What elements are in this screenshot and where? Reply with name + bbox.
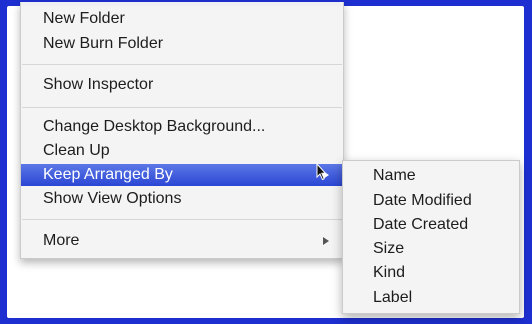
submenu-item-label-text: Label: [373, 289, 413, 306]
submenu-item-label: Date Created: [373, 216, 469, 233]
desktop-context-menu: New Folder New Burn Folder Show Inspecto…: [20, 2, 344, 259]
menu-item-keep-arranged-by[interactable]: Keep Arranged By: [21, 164, 343, 186]
submenu-item-size[interactable]: Size: [343, 238, 519, 260]
menu-item-label: New Burn Folder: [43, 35, 164, 52]
triangle-right-icon: [323, 237, 329, 245]
menu-item-new-burn-folder[interactable]: New Burn Folder: [21, 33, 343, 55]
menu-item-more[interactable]: More: [21, 230, 343, 252]
menu-item-show-inspector[interactable]: Show Inspector: [21, 74, 343, 96]
menu-item-label: Change Desktop Background...: [43, 118, 266, 135]
menu-separator: [22, 107, 342, 108]
menu-separator: [22, 64, 342, 65]
submenu-item-label: Date Modified: [373, 192, 472, 209]
menu-item-label: New Folder: [43, 10, 125, 27]
menu-item-label: More: [43, 232, 80, 249]
keep-arranged-by-submenu: Name Date Modified Date Created Size Kin…: [342, 160, 520, 314]
submenu-item-label[interactable]: Label: [343, 287, 519, 309]
menu-item-label: Keep Arranged By: [43, 166, 173, 183]
menu-item-label: Show Inspector: [43, 76, 154, 93]
submenu-item-date-created[interactable]: Date Created: [343, 214, 519, 236]
menu-item-show-view-options[interactable]: Show View Options: [21, 188, 343, 210]
menu-item-label: Clean Up: [43, 142, 110, 159]
submenu-item-label: Size: [373, 240, 405, 257]
submenu-item-date-modified[interactable]: Date Modified: [343, 190, 519, 212]
menu-item-change-desktop-background[interactable]: Change Desktop Background...: [21, 116, 343, 138]
mouse-pointer-icon: [316, 163, 326, 181]
submenu-item-label: Kind: [373, 264, 406, 281]
submenu-item-kind[interactable]: Kind: [343, 262, 519, 284]
menu-separator: [22, 219, 342, 220]
menu-item-clean-up[interactable]: Clean Up: [21, 140, 343, 162]
menu-item-new-folder[interactable]: New Folder: [21, 8, 343, 30]
submenu-item-name[interactable]: Name: [343, 165, 519, 187]
submenu-item-label: Name: [373, 167, 416, 184]
menu-item-label: Show View Options: [43, 190, 182, 207]
